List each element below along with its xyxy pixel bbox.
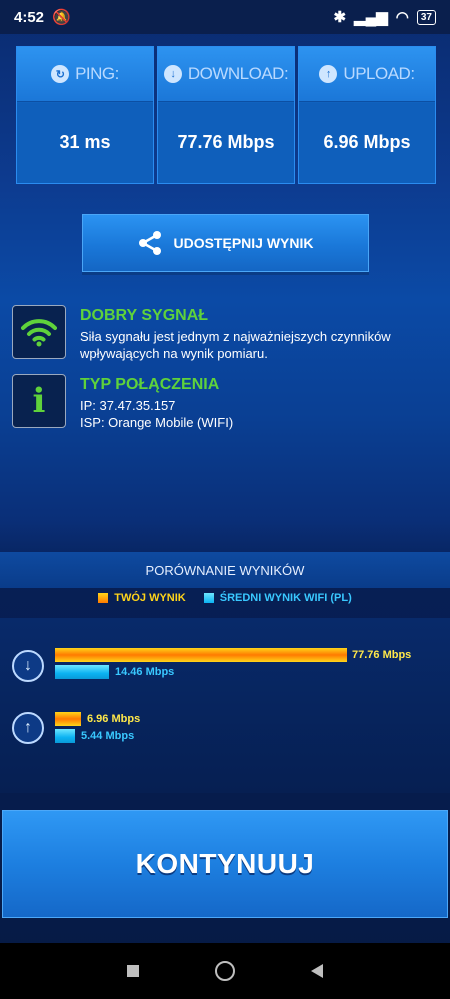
legend-avg: ŚREDNI WYNIK WIFI (PL) bbox=[203, 592, 352, 604]
share-icon bbox=[139, 231, 162, 255]
upload-icon: ↑ bbox=[319, 65, 338, 83]
connection-ip: IP: 37.47.35.157 bbox=[80, 398, 176, 413]
legend-swatch-yours bbox=[98, 593, 109, 603]
download-compare-icon: ↓ bbox=[12, 650, 44, 682]
download-value: 77.76 Mbps bbox=[177, 131, 275, 152]
upload-yours-bar bbox=[55, 712, 81, 726]
download-yours-bar bbox=[55, 648, 347, 662]
bell-off-icon: 🔕 bbox=[52, 9, 71, 26]
clock: 4:52 bbox=[14, 8, 45, 26]
recents-icon[interactable] bbox=[127, 965, 139, 977]
download-avg-value: 14.46 Mbps bbox=[115, 666, 175, 678]
upload-compare-icon: ↑ bbox=[12, 712, 44, 744]
bluetooth-icon: ✱ bbox=[333, 9, 347, 26]
upload-avg-bar bbox=[55, 729, 75, 743]
system-nav-bar bbox=[0, 943, 450, 999]
ping-label: PING: bbox=[75, 64, 119, 83]
legend-avg-label: ŚREDNI WYNIK WIFI (PL) bbox=[219, 592, 352, 604]
ping-tile: ↻ PING: 31 ms bbox=[16, 46, 154, 184]
legend-yours: TWÓJ WYNIK bbox=[98, 592, 186, 604]
battery-icon: 37 bbox=[416, 9, 436, 25]
signal-info: DOBRY SYGNAŁ Siła sygnału jest jednym z … bbox=[12, 305, 432, 362]
upload-avg-value: 5.44 Mbps bbox=[81, 730, 135, 742]
ping-value: 31 ms bbox=[59, 131, 111, 152]
continue-button[interactable]: KONTYNUUJ bbox=[2, 810, 448, 918]
legend-swatch-avg bbox=[203, 593, 214, 603]
wifi-icon: ◠ bbox=[395, 9, 409, 26]
status-bar: 4:52 🔕 ✱ ▂▄▆ ◠ 37 bbox=[0, 0, 450, 34]
info-icon: i bbox=[12, 374, 66, 428]
cell-signal-icon: ▂▄▆ bbox=[354, 9, 388, 26]
download-yours-value: 77.76 Mbps bbox=[352, 649, 412, 661]
ping-icon: ↻ bbox=[51, 65, 70, 83]
share-result-label: UDOSTĘPNIJ WYNIK bbox=[173, 235, 314, 251]
connection-info: i TYP POŁĄCZENIA IP: 37.47.35.157 ISP: O… bbox=[12, 374, 432, 431]
upload-label: UPLOAD: bbox=[343, 64, 415, 83]
download-avg-bar bbox=[55, 665, 109, 679]
comparison-title: PORÓWNANIE WYNIKÓW bbox=[0, 552, 450, 588]
back-icon[interactable] bbox=[311, 964, 323, 978]
connection-title: TYP POŁĄCZENIA bbox=[80, 376, 220, 393]
wifi-signal-icon bbox=[12, 305, 66, 359]
connection-isp: ISP: Orange Mobile (WIFI) bbox=[80, 415, 234, 430]
comparison-legend: TWÓJ WYNIK ŚREDNI WYNIK WIFI (PL) bbox=[0, 592, 450, 604]
signal-title: DOBRY SYGNAŁ bbox=[80, 307, 209, 324]
upload-value: 6.96 Mbps bbox=[323, 131, 411, 152]
download-tile: ↓ DOWNLOAD: 77.76 Mbps bbox=[157, 46, 295, 184]
upload-yours-value: 6.96 Mbps bbox=[87, 713, 141, 725]
signal-desc-2: wpływających na wynik pomiaru. bbox=[80, 346, 268, 361]
comparison-chart: ↓ 77.76 Mbps 14.46 Mbps ↑ 6.96 Mbps 5.44… bbox=[0, 618, 450, 793]
stats-panel: ↻ PING: 31 ms ↓ DOWNLOAD: 77.76 Mbps ↑ UPLO… bbox=[16, 46, 436, 184]
download-label: DOWNLOAD: bbox=[187, 64, 289, 83]
share-result-button[interactable]: UDOSTĘPNIJ WYNIK bbox=[82, 214, 369, 272]
home-icon[interactable] bbox=[215, 961, 235, 981]
signal-desc-1: Siła sygnału jest jednym z najważniejszy… bbox=[80, 329, 391, 344]
upload-tile: ↑ UPLOAD: 6.96 Mbps bbox=[298, 46, 436, 184]
legend-yours-label: TWÓJ WYNIK bbox=[114, 592, 186, 604]
download-icon: ↓ bbox=[163, 65, 182, 83]
